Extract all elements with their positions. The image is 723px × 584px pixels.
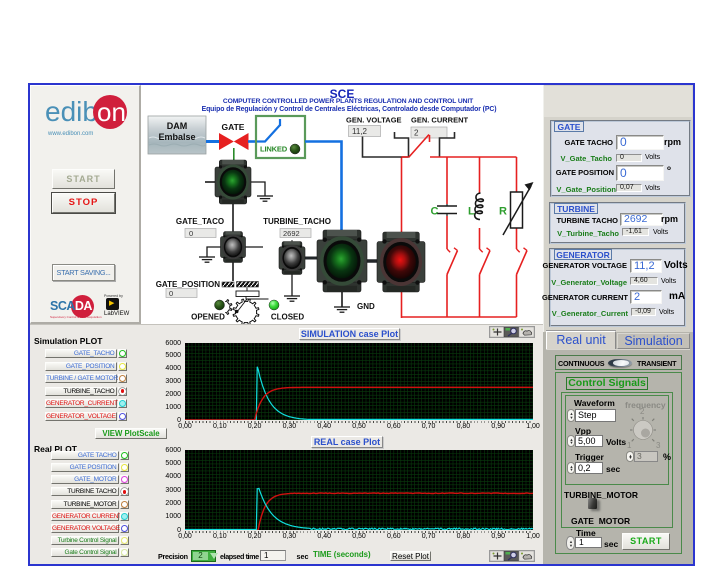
svg-text:0: 0 [189,229,193,238]
svg-text:11,2: 11,2 [352,127,368,136]
svg-text:DAM: DAM [167,121,188,131]
svg-text:C: C [431,206,439,218]
svg-text:LINKED: LINKED [260,145,288,154]
svg-text:GATE_TACO: GATE_TACO [176,217,224,226]
svg-text:GEN. VOLTAGE: GEN. VOLTAGE [346,116,402,125]
svg-text:GATE_POSITION: GATE_POSITION [156,280,221,289]
svg-text:GEN. CURRENT: GEN. CURRENT [411,116,469,125]
svg-text:0: 0 [169,289,173,298]
svg-text:L: L [468,206,475,218]
svg-text:TURBINE_TACHO: TURBINE_TACHO [263,217,331,226]
svg-text:GATE: GATE [222,122,245,132]
svg-text:GND: GND [357,302,375,311]
svg-text:CLOSED: CLOSED [271,313,305,322]
svg-text:Embalse: Embalse [158,132,195,142]
svg-text:2: 2 [414,129,419,138]
svg-text:OPENED: OPENED [191,313,225,322]
svg-text:2692: 2692 [283,229,300,238]
